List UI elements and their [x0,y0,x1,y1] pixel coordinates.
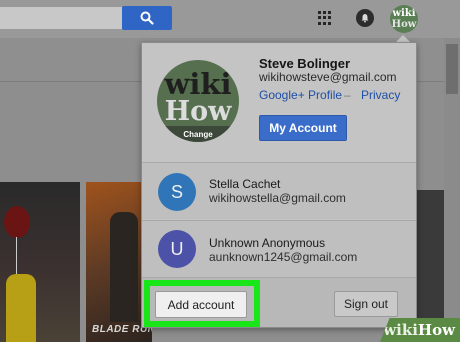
wikihow-watermark: wiki How [380,318,460,342]
avatar-how-text: How [391,19,417,30]
search-icon [140,11,154,25]
search-input[interactable] [0,7,122,29]
apps-grid-icon[interactable] [318,11,332,25]
privacy-link[interactable]: Privacy [361,88,400,102]
top-bar: wiki How [0,0,460,38]
bell-icon[interactable] [356,9,374,27]
profile-wiki-text: wiki [164,67,232,101]
scrollbar-thumb[interactable] [446,44,458,94]
account-email: aunknown1245@gmail.com [209,250,358,264]
link-separator: – [344,88,351,102]
account-avatar-stella: S [158,173,196,211]
account-avatar-unknown: U [158,230,196,268]
avatar-wiki-text: wiki [392,8,416,19]
profile-photo[interactable]: wiki How Change [157,60,239,142]
profile-how-text: How [164,96,232,127]
account-name: Unknown Anonymous [209,236,326,250]
account-name: Stella Cachet [209,177,281,191]
sign-out-button[interactable]: Sign out [334,291,398,317]
yellow-raincoat-figure [6,274,36,342]
google-plus-profile-link[interactable]: Google+ Profile [259,88,342,102]
search-button[interactable] [122,6,172,30]
user-name: Steve Bolinger [259,56,351,71]
my-account-button[interactable]: My Account [259,115,347,141]
change-photo-label[interactable]: Change [157,130,239,139]
movie-poster-it[interactable] [0,182,80,342]
account-email: wikihowstella@gmail.com [209,191,346,205]
add-account-button[interactable]: Add account [155,291,247,318]
figure-silhouette [110,212,138,322]
user-email: wikihowsteve@gmail.com [259,70,397,84]
account-avatar-button[interactable]: wiki How [390,5,418,33]
red-balloon-image [4,206,30,238]
